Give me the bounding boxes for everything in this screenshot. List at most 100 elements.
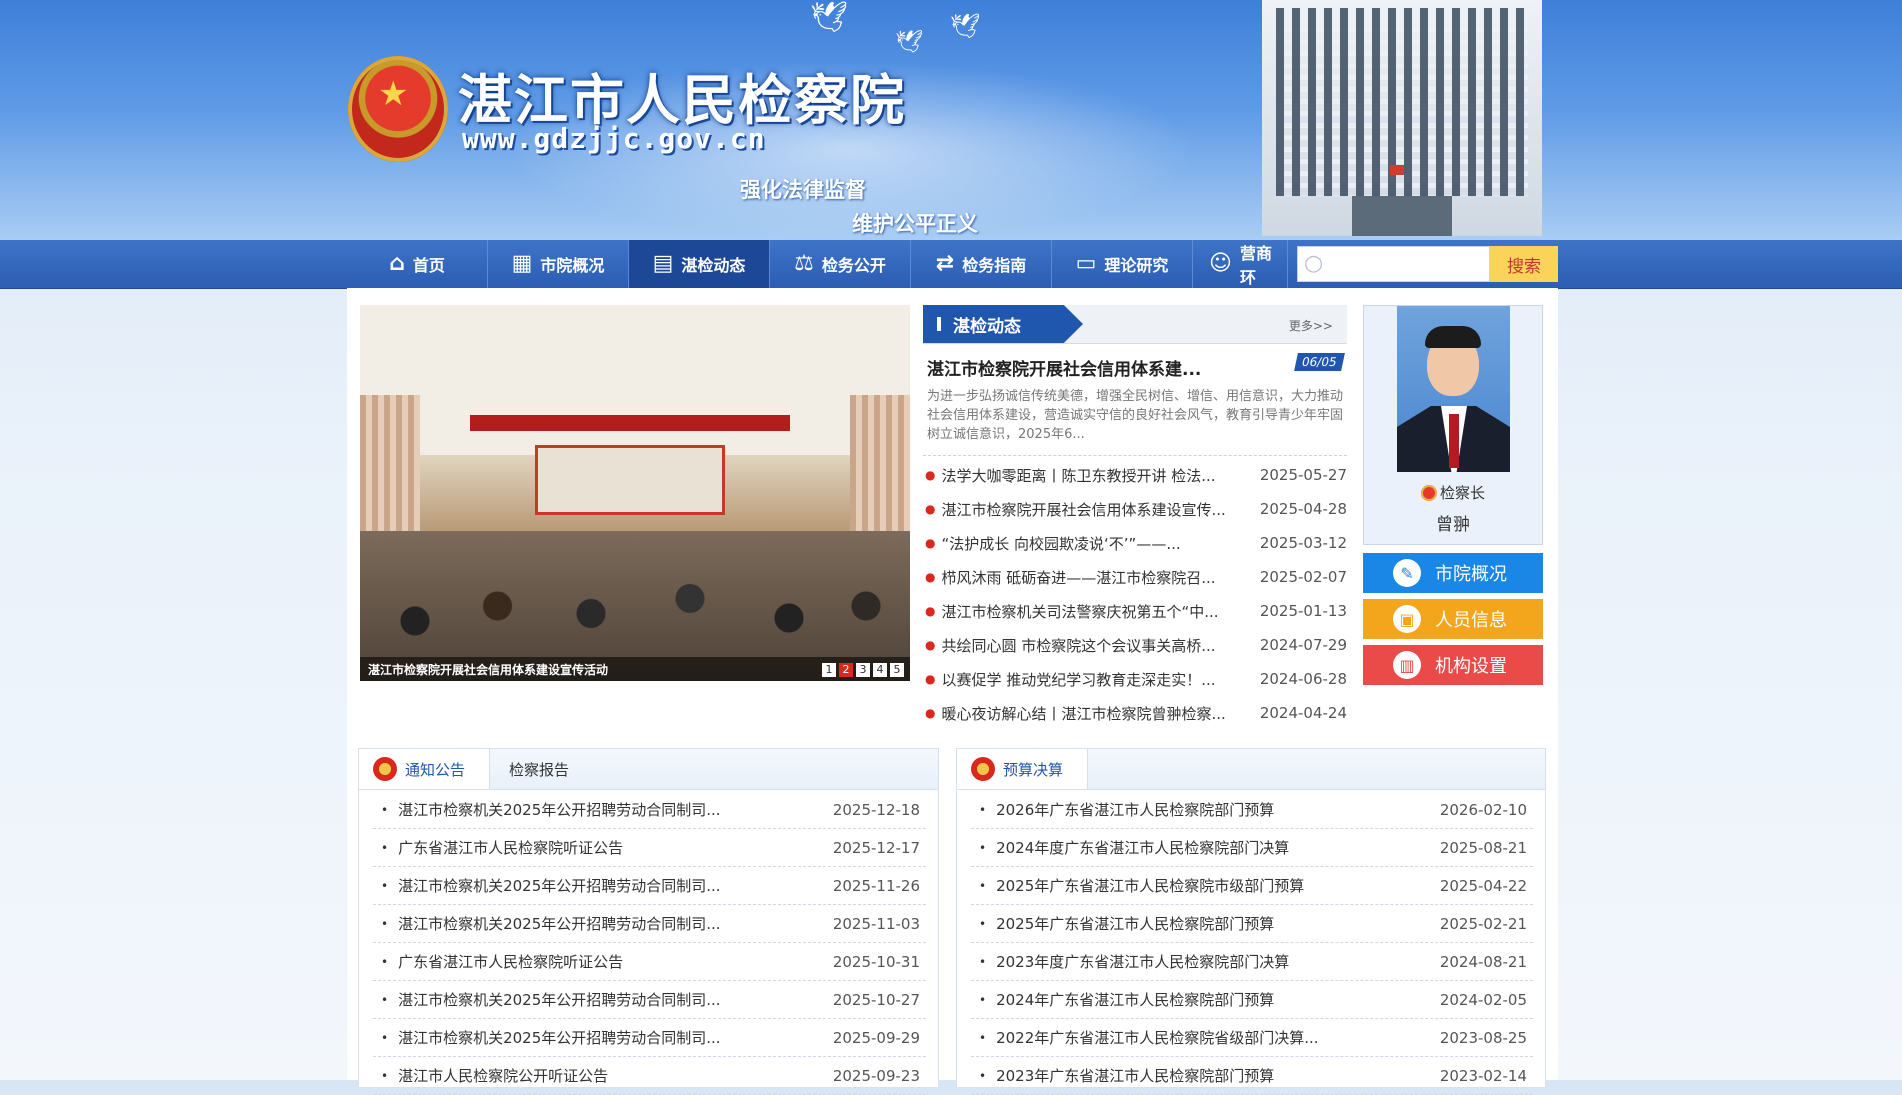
list-item[interactable]: • 湛江市检察机关2025年公开招聘劳动合同制司... 2025-10-27 (373, 981, 926, 1019)
dove-icon: 🕊 (895, 30, 923, 55)
news-summary: 为进一步弘扬诚信传统美德，增强全民树信、增信、用信意识，大力推动社会信用体系建设… (927, 389, 1344, 442)
carousel-page-3[interactable]: 3 (856, 663, 870, 677)
national-emblem-logo[interactable]: ★ (348, 56, 448, 162)
nav-item-label: 检务公开 (821, 256, 886, 275)
home-icon: ⌂ (389, 251, 405, 276)
carousel-pager: 1 2 3 4 5 (822, 663, 904, 677)
overview-button-label: 市院概况 (1435, 564, 1507, 585)
chief-role: 检察长 (1364, 482, 1542, 503)
site-url: www.gdzjjc.gov.cn (462, 122, 766, 155)
list-item[interactable]: • 湛江市人民检察院公开听证公告 2025-09-23 (373, 1057, 926, 1095)
scales-icon: ⚖ (794, 251, 814, 276)
list-item[interactable]: ● 法学大咖零距离丨陈卫东教授开讲 检法... 2025-05-27 (923, 458, 1347, 492)
organization-button-label: 机构设置 (1435, 656, 1507, 677)
nav-item-label: 检务指南 (962, 256, 1027, 275)
list-item[interactable]: • 广东省湛江市人民检察院听证公告 2025-10-31 (373, 943, 926, 981)
nav-item-news[interactable]: ▤ 湛检动态 (629, 240, 770, 288)
list-item[interactable]: ● “法护成长 向校园欺凌说‘不’”——... 2025-03-12 (923, 526, 1347, 560)
person-icon: ☺ (1209, 251, 1232, 276)
list-item[interactable]: • 2025年广东省湛江市人民检察院部门预算 2025-02-21 (971, 905, 1533, 943)
news-more-link[interactable]: 更多>> (1289, 317, 1333, 334)
dove-icon: 🕊 (950, 12, 981, 40)
nav-item-research[interactable]: ▭ 理论研究 (1052, 240, 1193, 288)
notice-panel-header: 通知公告 检察报告 (359, 749, 938, 790)
carousel-page-1[interactable]: 1 (822, 663, 836, 677)
emblem-icon (373, 757, 397, 781)
list-item[interactable]: ● 栉风沐雨 砥砺奋进——湛江市检察院召... 2025-02-07 (923, 560, 1347, 594)
list-item[interactable]: • 2022年广东省湛江市人民检察院省级部门决算... 2023-08-25 (971, 1019, 1533, 1057)
list-item[interactable]: • 湛江市检察机关2025年公开招聘劳动合同制司... 2025-11-03 (373, 905, 926, 943)
list-item[interactable]: • 湛江市检察机关2025年公开招聘劳动合同制司... 2025-09-29 (373, 1019, 926, 1057)
search-box: ○ (1297, 246, 1490, 282)
id-card-icon: ▣ (1393, 605, 1421, 633)
news-section: 湛检动态 更多>> 湛江市检察院开展社会信用体系建... 06/05 为进一步弘… (923, 305, 1347, 725)
nav-item-label: 湛检动态 (681, 256, 746, 275)
search-button[interactable]: 搜索 (1490, 246, 1558, 282)
nav-item-label: 营商环 (1239, 244, 1272, 287)
notice-panel: 通知公告 检察报告 • 湛江市检察机关2025年公开招聘劳动合同制司... 2025… (358, 748, 939, 1095)
personnel-button[interactable]: ▣ 人员信息 (1363, 599, 1543, 639)
organization-button[interactable]: ▥ 机构设置 (1363, 645, 1543, 685)
procuratorate-building-image (1262, 0, 1542, 236)
overview-button[interactable]: ✎ 市院概况 (1363, 553, 1543, 593)
nav-item-label: 首页 (412, 256, 445, 275)
tab-reports[interactable]: 检察报告 (509, 749, 569, 789)
list-item[interactable]: ● 湛江市检察院开展社会信用体系建设宣传... 2025-04-28 (923, 492, 1347, 526)
nav-item-business[interactable]: ☺ 营商环 (1193, 240, 1288, 288)
emblem-icon (971, 757, 995, 781)
budget-panel-header: 预算决算 (957, 749, 1545, 790)
list-item[interactable]: • 湛江市检察机关2025年公开招聘劳动合同制司... 2025-11-26 (373, 867, 926, 905)
list-item[interactable]: • 2024年广东省湛江市人民检察院部门预算 2024-02-05 (971, 981, 1533, 1019)
slogan-line-2: 维护公平正义 (852, 212, 978, 236)
list-item[interactable]: • 2023年度广东省湛江市人民检察院部门决算 2024-08-21 (971, 943, 1533, 981)
budget-list: • 2026年广东省湛江市人民检察院部门预算 2026-02-10 • 2024年度广… (971, 791, 1533, 1095)
carousel-page-2[interactable]: 2 (839, 663, 853, 677)
nav-item-overview[interactable]: ▦ 市院概况 (488, 240, 629, 288)
list-item[interactable]: • 2026年广东省湛江市人民检察院部门预算 2026-02-10 (971, 791, 1533, 829)
photo-carousel[interactable]: 湛江市检察院开展社会信用体系建设宣传活动 1 2 3 4 5 (360, 305, 910, 681)
procuratorate-badge-icon (1420, 485, 1437, 501)
list-item[interactable]: ● 以赛促学 推动党纪学习教育走深走实！... 2024-06-28 (923, 662, 1347, 696)
list-item[interactable]: ● 共绘同心圆 市检察院这个会议事关高桥... 2024-07-29 (923, 628, 1347, 662)
building-icon: ▦ (511, 251, 533, 276)
news-headline[interactable]: 湛江市检察院开展社会信用体系建... (927, 355, 1201, 380)
chief-name[interactable]: 曾翀 (1364, 510, 1542, 535)
main-nav: ⌂ 首页 ▦ 市院概况 ▤ 湛检动态 ⚖ 检务公开 ⇄ 检务指南 ▭ 理论研究 … (0, 240, 1902, 289)
slogan-line-1: 强化法律监督 (740, 178, 866, 202)
nav-item-disclosure[interactable]: ⚖ 检务公开 (770, 240, 911, 288)
news-list: ● 法学大咖零距离丨陈卫东教授开讲 检法... 2025-05-27 ● 湛江市检察院… (923, 458, 1347, 730)
search-input[interactable] (1332, 251, 1486, 279)
tab-budget[interactable]: 预算决算 (957, 749, 1088, 789)
dove-icon: 🕊 (810, 0, 849, 35)
news-headline-date: 06/05 (1294, 353, 1345, 371)
list-item[interactable]: ● 暖心夜访解心结丨湛江市检察院曾翀检察... 2024-04-24 (923, 696, 1347, 730)
site-header: 🕊 🕊 🕊 ★ 湛江市人民检察院 www.gdzjjc.gov.cn 强化法律监… (0, 0, 1902, 240)
nav-item-guide[interactable]: ⇄ 检务指南 (911, 240, 1052, 288)
search-icon: ○ (1304, 251, 1324, 276)
pen-icon: ✎ (1393, 559, 1421, 587)
budget-panel: 预算决算 • 2026年广东省湛江市人民检察院部门预算 2026-02-10 • 20… (956, 748, 1546, 1095)
list-item[interactable]: • 广东省湛江市人民检察院听证公告 2025-12-17 (373, 829, 926, 867)
book-icon: ▭ (1075, 251, 1097, 276)
chief-card[interactable]: 检察长 曾翀 (1363, 305, 1543, 545)
guide-icon: ⇄ (935, 251, 955, 276)
tab-news[interactable]: 湛检动态 (923, 305, 1083, 343)
nav-item-label: 市院概况 (540, 256, 605, 275)
carousel-page-5[interactable]: 5 (890, 663, 904, 677)
carousel-caption-text[interactable]: 湛江市检察院开展社会信用体系建设宣传活动 (368, 661, 608, 678)
list-item[interactable]: • 2023年广东省湛江市人民检察院部门预算 2023-02-14 (971, 1057, 1533, 1095)
carousel-page-4[interactable]: 4 (873, 663, 887, 677)
chief-photo[interactable] (1397, 306, 1510, 472)
list-item[interactable]: • 湛江市检察机关2025年公开招聘劳动合同制司... 2025-12-18 (373, 791, 926, 829)
personnel-button-label: 人员信息 (1435, 610, 1507, 631)
news-tab-label: 湛检动态 (953, 316, 1021, 337)
news-icon: ▤ (652, 251, 674, 276)
news-header: 湛检动态 更多>> (923, 305, 1347, 344)
org-icon: ▥ (1393, 651, 1421, 679)
list-item[interactable]: ● 湛江市检察机关司法警察庆祝第五个“中... 2025-01-13 (923, 594, 1347, 628)
list-item[interactable]: • 2025年广东省湛江市人民检察院市级部门预算 2025-04-22 (971, 867, 1533, 905)
tab-notices[interactable]: 通知公告 (359, 749, 490, 789)
list-item[interactable]: • 2024年度广东省湛江市人民检察院部门决算 2025-08-21 (971, 829, 1533, 867)
nav-item-home[interactable]: ⌂ 首页 (347, 240, 488, 288)
nav-item-label: 理论研究 (1104, 256, 1169, 275)
